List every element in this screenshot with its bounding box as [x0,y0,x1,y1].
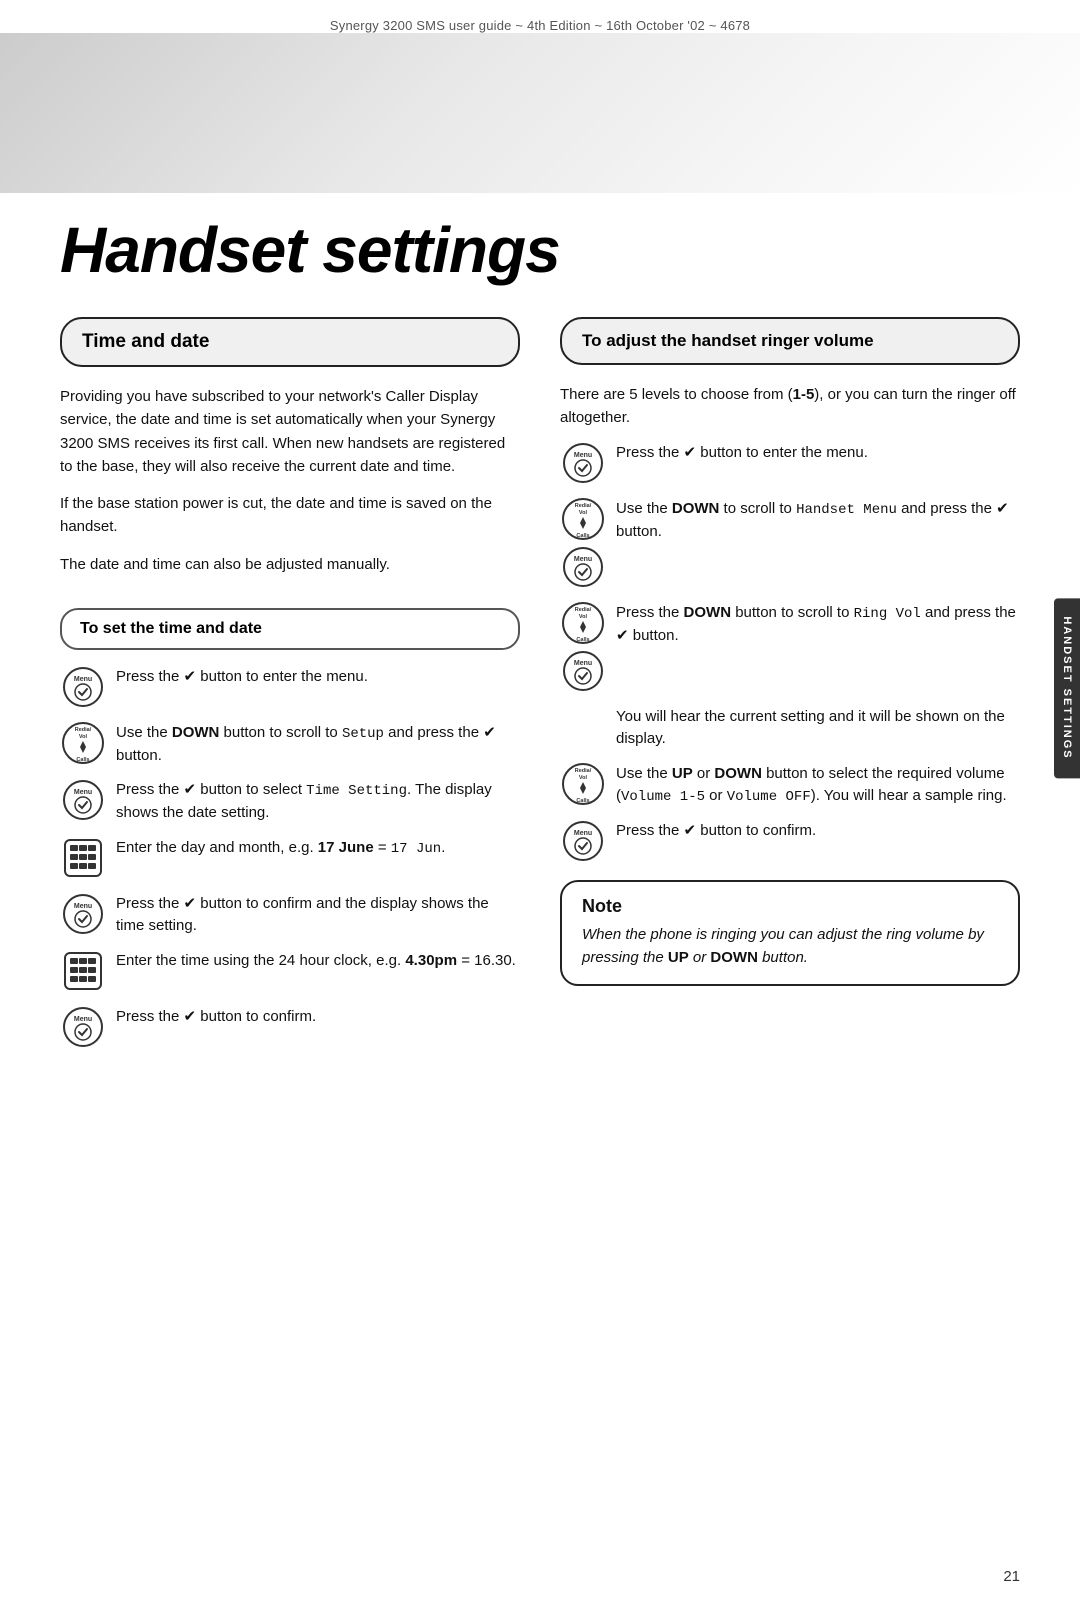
menu-icon-1: Menu [60,664,106,710]
svg-text:Redia/: Redia/ [575,768,592,774]
instr-text-1: Press the ✔ button to enter the menu. [116,664,368,689]
instr-row-4: Enter the day and month, e.g. 17 June = … [60,835,520,881]
body-para-2: If the base station power is cut, the da… [60,492,520,539]
ringer-intro: There are 5 levels to choose from (1-5),… [560,383,1020,430]
r-instr-text-5: Use the UP or DOWN button to select the … [616,761,1020,809]
body-para-1: Providing you have subscribed to your ne… [60,385,520,478]
r-instr-text-2: Use the DOWN to scroll to Handset Menu a… [616,496,1020,544]
left-column: Time and date Providing you have subscri… [60,317,520,1060]
r-menu-icon-3: Menu [560,648,606,694]
r-instr-row-5: Redia/ Vol Calls Use the UP or DOWN butt… [560,761,1020,809]
instr-text-7: Press the ✔ button to confirm. [116,1004,316,1029]
instr-row-5: Menu Press the ✔ button to confirm and t… [60,891,520,938]
svg-text:Redia/: Redia/ [575,607,592,613]
header-text: Synergy 3200 SMS user guide ~ 4th Editio… [330,18,750,33]
page-header: Synergy 3200 SMS user guide ~ 4th Editio… [0,0,1080,33]
svg-text:Menu: Menu [574,830,592,837]
r-nav-icon-3: Redia/ Vol Calls [560,600,606,646]
r-instr-text-6: Press the ✔ button to confirm. [616,818,816,843]
ringer-volume-section-box: To adjust the handset ringer volume [560,317,1020,365]
keypad-icon-1 [60,835,106,881]
page-title: Handset settings [0,193,1080,287]
r-instr-text-1: Press the ✔ button to enter the menu. [616,440,868,465]
svg-text:Menu: Menu [574,556,592,563]
r-nav-icon-5: Redia/ Vol Calls [560,761,606,807]
instr-text-4: Enter the day and month, e.g. 17 June = … [116,835,445,860]
instr-row-2: Redia/ Vol Calls Use the DOWN button to … [60,720,520,768]
svg-text:Menu: Menu [574,660,592,667]
svg-text:Calls: Calls [576,533,589,539]
svg-text:Vol: Vol [579,614,588,620]
svg-text:Redia/: Redia/ [75,727,92,733]
banner [0,33,1080,193]
svg-text:Vol: Vol [579,510,588,516]
body-para-3: The date and time can also be adjusted m… [60,553,520,576]
svg-text:Calls: Calls [576,637,589,643]
note-text: When the phone is ringing you can adjust… [582,923,998,970]
instr-row-7: Menu Press the ✔ button to confirm. [60,1004,520,1050]
svg-text:Menu: Menu [74,903,92,910]
note-box: Note When the phone is ringing you can a… [560,880,1020,986]
instr-text-5: Press the ✔ button to confirm and the di… [116,891,520,938]
svg-text:Vol: Vol [579,775,588,781]
instr-row-1: Menu Press the ✔ button to enter the men… [60,664,520,710]
r-menu-icon-6: Menu [560,818,606,864]
page-number: 21 [1003,1568,1020,1585]
nav-icon-2: Redia/ Vol Calls [60,720,106,766]
note-title: Note [582,896,998,917]
set-time-date-box: To set the time and date [60,608,520,650]
right-column: To adjust the handset ringer volume Ther… [550,317,1020,1060]
svg-text:Menu: Menu [74,676,92,683]
sidebar-tab: Handset Settings [1054,599,1080,778]
r-instr-text-4: You will hear the current setting and it… [616,704,1020,751]
r-instr-row-4: You will hear the current setting and it… [560,704,1020,751]
instr-row-6: Enter the time using the 24 hour clock, … [60,948,520,994]
r-instr-row-1: Menu Press the ✔ button to enter the men… [560,440,1020,486]
svg-text:Menu: Menu [74,1016,92,1023]
svg-text:Calls: Calls [76,757,89,763]
svg-text:Vol: Vol [79,734,88,740]
r-menu-icon-2: Menu [560,544,606,590]
instr-text-6: Enter the time using the 24 hour clock, … [116,948,516,973]
instr-row-3: Menu Press the ✔ button to select Time S… [60,777,520,825]
menu-icon-3: Menu [60,777,106,823]
svg-text:Menu: Menu [574,452,592,459]
time-date-title: Time and date [82,331,498,353]
svg-text:Redia/: Redia/ [575,503,592,509]
svg-text:Calls: Calls [576,798,589,804]
r-menu-icon-1: Menu [560,440,606,486]
menu-icon-7: Menu [60,1004,106,1050]
instr-text-2: Use the DOWN button to scroll to Setup a… [116,720,520,768]
svg-text:Menu: Menu [74,789,92,796]
menu-icon-5: Menu [60,891,106,937]
r-instr-row-6: Menu Press the ✔ button to confirm. [560,818,1020,864]
set-time-date-title: To set the time and date [80,620,262,637]
r-nav-icon-2: Redia/ Vol Calls [560,496,606,542]
r-instr-row-3: Redia/ Vol Calls Menu [560,600,1020,694]
keypad-icon-2 [60,948,106,994]
time-date-section-box: Time and date [60,317,520,367]
r-instr-text-3: Press the DOWN button to scroll to Ring … [616,600,1020,648]
ringer-volume-title: To adjust the handset ringer volume [582,331,998,351]
r-instr-row-2: Redia/ Vol Calls Menu [560,496,1020,590]
instr-text-3: Press the ✔ button to select Time Settin… [116,777,520,825]
